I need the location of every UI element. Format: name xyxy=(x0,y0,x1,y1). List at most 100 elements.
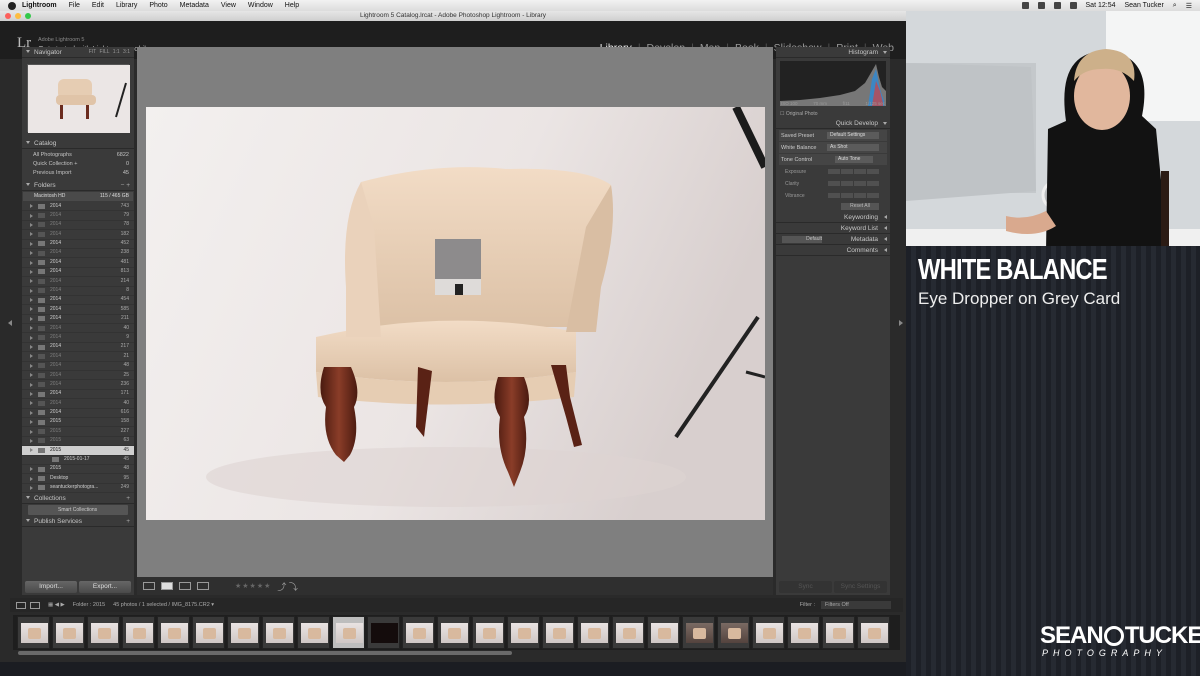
disclosure-icon[interactable] xyxy=(30,279,33,284)
disclosure-icon[interactable] xyxy=(30,467,33,472)
navigator-preview[interactable] xyxy=(27,64,130,133)
import-button[interactable]: Import... xyxy=(25,581,77,593)
catalog-item[interactable]: Previous Import 45 xyxy=(22,169,134,178)
main-window-icon[interactable] xyxy=(16,601,26,609)
filmstrip-thumbnail[interactable] xyxy=(52,616,85,649)
menu-window[interactable]: Window xyxy=(248,2,273,9)
folder-row[interactable]: seantuckerphotogra... 249 xyxy=(22,484,134,494)
navigator-header[interactable]: Navigator FIT FILL 1:1 3:1 xyxy=(22,47,134,58)
filmstrip-thumbnail[interactable] xyxy=(822,616,855,649)
add-collection-icon[interactable]: + xyxy=(126,493,130,504)
export-button[interactable]: Export... xyxy=(79,581,131,593)
filmstrip-thumbnail[interactable] xyxy=(647,616,680,649)
disclosure-icon[interactable] xyxy=(30,401,33,406)
disclosure-icon[interactable] xyxy=(30,269,33,274)
catalog-header[interactable]: Catalog xyxy=(22,138,134,149)
keywording-header[interactable]: Keywording xyxy=(776,212,890,223)
metadata-header[interactable]: Default Metadata xyxy=(776,234,890,245)
filmstrip[interactable] xyxy=(13,615,900,650)
close-icon[interactable] xyxy=(5,13,11,19)
menu-help[interactable]: Help xyxy=(285,2,299,9)
status-icon[interactable] xyxy=(1037,2,1045,9)
filmstrip-thumbnail[interactable] xyxy=(542,616,575,649)
reset-all-button[interactable]: Reset All xyxy=(841,203,879,210)
volume-icon[interactable] xyxy=(1069,2,1077,9)
filmstrip-thumbnail[interactable] xyxy=(787,616,820,649)
loupe-view-icon[interactable] xyxy=(161,582,173,590)
second-window-icon[interactable] xyxy=(30,601,40,609)
navigator-zoom-options[interactable]: FIT FILL 1:1 3:1 xyxy=(89,47,130,58)
right-panel-toggle-icon[interactable] xyxy=(899,320,903,326)
disclosure-icon[interactable] xyxy=(30,485,33,490)
disclosure-icon[interactable] xyxy=(30,232,33,237)
filmstrip-folder[interactable]: Folder : 2015 xyxy=(73,602,105,608)
filmstrip-thumbnail[interactable] xyxy=(157,616,190,649)
filmstrip-scrollbar[interactable] xyxy=(18,651,512,655)
compare-view-icon[interactable] xyxy=(179,582,191,590)
smart-collections-item[interactable]: Smart Collections xyxy=(28,505,128,516)
disclosure-icon[interactable] xyxy=(30,204,33,209)
menu-app[interactable]: Lightroom xyxy=(22,2,57,9)
clarity-buttons[interactable] xyxy=(828,181,879,186)
filmstrip-thumbnail[interactable] xyxy=(192,616,225,649)
rotate-icon[interactable]: ⤴ ⤵ xyxy=(277,580,298,593)
histogram-header[interactable]: Histogram xyxy=(776,47,890,58)
zoom-icon[interactable] xyxy=(25,13,31,19)
filmstrip-thumbnail[interactable] xyxy=(402,616,435,649)
status-icon[interactable] xyxy=(1021,2,1029,9)
filmstrip-thumbnail[interactable] xyxy=(17,616,50,649)
disclosure-icon[interactable] xyxy=(30,307,33,312)
disclosure-icon[interactable] xyxy=(30,438,33,443)
comments-header[interactable]: Comments xyxy=(776,245,890,256)
filter-select[interactable]: Filters Off xyxy=(821,601,891,609)
apple-icon[interactable] xyxy=(8,1,16,10)
star-rating[interactable]: ★★★★★ xyxy=(235,582,271,590)
filmstrip-thumbnail[interactable] xyxy=(507,616,540,649)
filmstrip-thumbnail[interactable] xyxy=(122,616,155,649)
loupe-view[interactable] xyxy=(137,47,773,577)
volume-row[interactable]: Macintosh HD 115 / 465 GB xyxy=(23,192,133,201)
disclosure-icon[interactable] xyxy=(30,382,33,387)
spotlight-icon[interactable]: ⌕ xyxy=(1173,2,1177,10)
catalog-item[interactable]: All Photographs 6822 xyxy=(22,151,134,160)
disclosure-icon[interactable] xyxy=(30,429,33,434)
disclosure-icon[interactable] xyxy=(30,298,33,303)
disclosure-icon[interactable] xyxy=(30,251,33,256)
disclosure-icon[interactable] xyxy=(30,476,33,481)
filmstrip-info[interactable]: 45 photos / 1 selected / IMG_8175.CR2 ▾ xyxy=(113,602,214,608)
main-photo[interactable] xyxy=(146,107,765,520)
disclosure-icon[interactable] xyxy=(30,354,33,359)
filmstrip-thumbnail[interactable] xyxy=(332,616,365,649)
exposure-buttons[interactable] xyxy=(828,169,879,174)
disclosure-icon[interactable] xyxy=(30,392,33,396)
disclosure-icon[interactable] xyxy=(30,241,33,246)
disclosure-icon[interactable] xyxy=(30,326,33,331)
add-folder-icon[interactable]: − + xyxy=(121,180,130,191)
quick-develop-header[interactable]: Quick Develop xyxy=(776,118,890,129)
disclosure-icon[interactable] xyxy=(30,410,33,415)
filmstrip-thumbnail[interactable] xyxy=(472,616,505,649)
publish-services-header[interactable]: Publish Services + xyxy=(22,516,134,528)
keyword-list-header[interactable]: Keyword List xyxy=(776,223,890,234)
disclosure-icon[interactable] xyxy=(30,345,33,350)
folders-header[interactable]: Folders − + xyxy=(22,180,134,191)
disclosure-icon[interactable] xyxy=(30,222,33,227)
menu-photo[interactable]: Photo xyxy=(149,2,167,9)
grid-view-icon[interactable] xyxy=(143,582,155,590)
metadata-preset-select[interactable]: Default xyxy=(782,236,822,243)
disclosure-icon[interactable] xyxy=(30,363,33,368)
collections-header[interactable]: Collections + xyxy=(22,493,134,505)
filmstrip-thumbnail[interactable] xyxy=(227,616,260,649)
filmstrip-thumbnail[interactable] xyxy=(297,616,330,649)
disclosure-icon[interactable] xyxy=(30,213,33,218)
filmstrip-thumbnail[interactable] xyxy=(612,616,645,649)
filmstrip-thumbnail[interactable] xyxy=(437,616,470,649)
filmstrip-thumbnail[interactable] xyxy=(367,616,400,649)
sync-settings-button[interactable]: Sync Settings xyxy=(834,581,887,593)
menu-view[interactable]: View xyxy=(221,2,236,9)
filmstrip-thumbnail[interactable] xyxy=(682,616,715,649)
filmstrip-thumbnail[interactable] xyxy=(857,616,890,649)
disclosure-icon[interactable] xyxy=(30,288,33,293)
left-panel-toggle-icon[interactable] xyxy=(8,320,12,326)
original-photo-checkbox[interactable]: ☐ Original Photo xyxy=(776,110,890,118)
